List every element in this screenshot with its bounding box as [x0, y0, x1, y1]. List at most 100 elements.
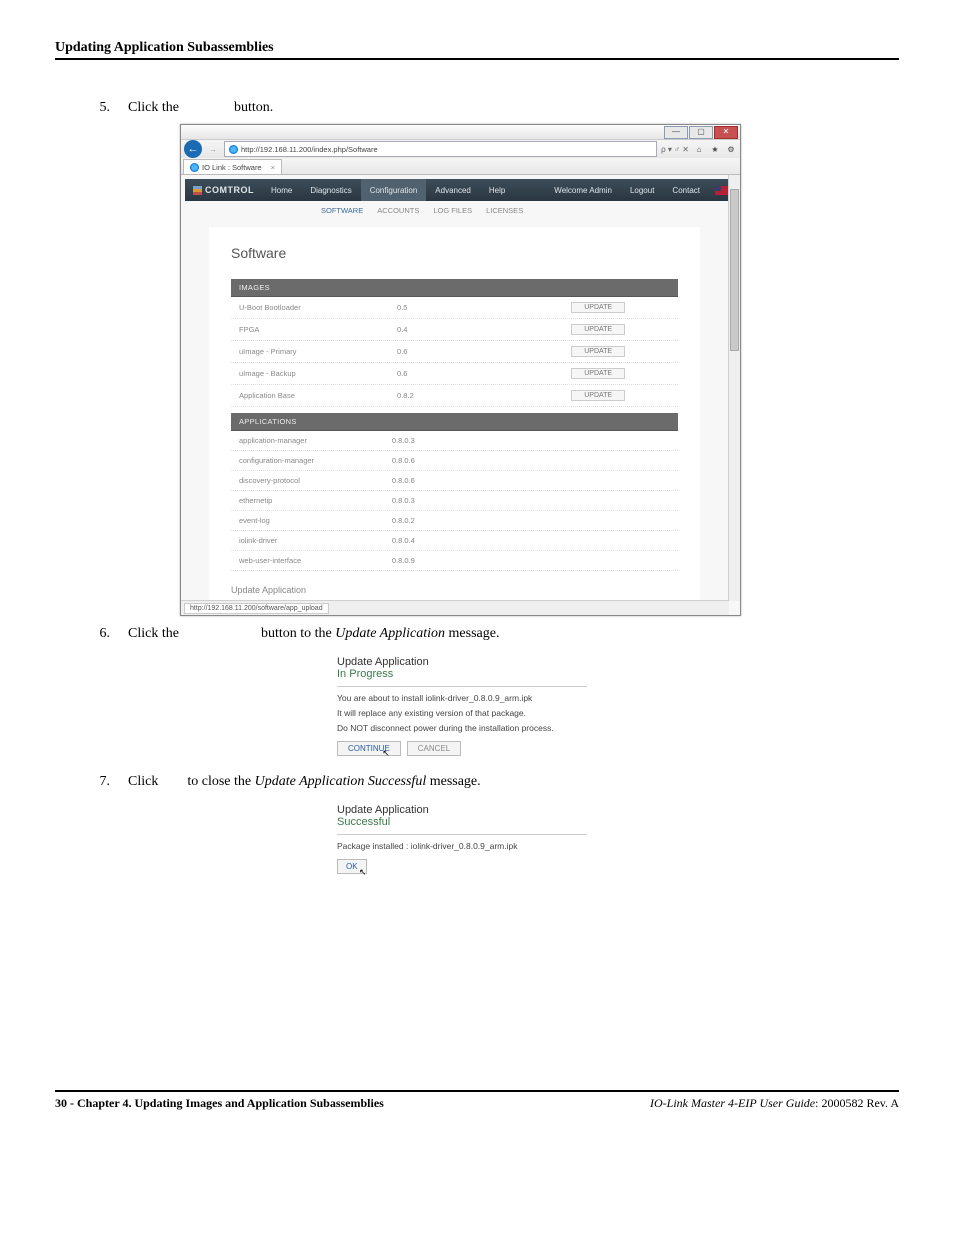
text: Click the: [128, 100, 182, 115]
img-name: uImage - Backup: [239, 369, 397, 378]
welcome-text: Welcome Admin: [545, 179, 621, 201]
apps-header: APPLICATIONS: [231, 413, 678, 431]
table-row: web-user-interface0.8.0.9: [231, 551, 678, 571]
app-name: ethernetip: [239, 496, 392, 505]
update-successful-dialog: Update Application Successful Package in…: [333, 798, 591, 880]
apps-table: application-manager0.8.0.3 configuration…: [231, 431, 678, 571]
logo-icon: [193, 186, 202, 195]
app-ver: 0.8.0.9: [392, 556, 670, 565]
nav-logout[interactable]: Logout: [621, 179, 663, 201]
img-name: U-Boot Bootloader: [239, 303, 397, 312]
subnav-software[interactable]: SOFTWARE: [321, 206, 363, 215]
table-row: ethernetip0.8.0.3: [231, 491, 678, 511]
tab-close-icon[interactable]: ×: [271, 163, 275, 172]
cursor-icon: ↖: [382, 748, 390, 759]
update-in-progress-dialog: Update Application In Progress You are a…: [333, 650, 591, 762]
maximize-icon[interactable]: ▢: [689, 126, 713, 139]
text: message.: [449, 626, 500, 641]
update-button[interactable]: UPDATE: [571, 368, 625, 379]
page-footer: 30 - Chapter 4. Updating Images and Appl…: [55, 1090, 899, 1111]
cursor-icon: ↖: [359, 867, 367, 878]
nav-help[interactable]: Help: [480, 179, 514, 201]
step-5: 5. Click the button.: [55, 100, 899, 116]
subnav-accounts[interactable]: ACCOUNTS: [377, 206, 419, 215]
update-button[interactable]: UPDATE: [571, 346, 625, 357]
dialog-text: Do NOT disconnect power during the insta…: [337, 723, 587, 733]
table-row: application-manager0.8.0.3: [231, 431, 678, 451]
table-row: uImage - Backup 0.6 UPDATE: [231, 363, 678, 385]
img-ver: 0.6: [397, 347, 526, 356]
status-url: http://192.168.11.200/software/app_uploa…: [184, 603, 329, 614]
text: Click: [128, 774, 162, 789]
home-icon[interactable]: ⌂: [693, 143, 705, 155]
page-title: Software: [231, 245, 678, 261]
software-panel: Software IMAGES U-Boot Bootloader 0.5 UP…: [209, 227, 700, 615]
images-header: IMAGES: [231, 279, 678, 297]
ie-icon: [229, 145, 238, 154]
browser-tab[interactable]: IO Link : Software ×: [183, 159, 282, 174]
nav-configuration[interactable]: Configuration: [361, 179, 427, 201]
dialog-text: It will replace any existing version of …: [337, 708, 587, 718]
app-name: iolink-driver: [239, 536, 392, 545]
divider: [337, 834, 587, 835]
update-button[interactable]: UPDATE: [571, 390, 625, 401]
dialog-text: You are about to install iolink-driver_0…: [337, 693, 587, 703]
cancel-button[interactable]: CANCEL: [407, 741, 461, 756]
step-number: 5.: [55, 100, 128, 116]
ok-button[interactable]: OK ↖: [337, 859, 367, 874]
subnav-licenses[interactable]: LICENSES: [486, 206, 523, 215]
address-icons: ρ ▾ ♂ ✕: [661, 145, 689, 154]
forward-button[interactable]: →: [206, 142, 220, 156]
nav-diagnostics[interactable]: Diagnostics: [301, 179, 360, 201]
tools-icon[interactable]: ⚙: [725, 143, 737, 155]
scrollbar-vertical[interactable]: [728, 175, 740, 601]
close-icon[interactable]: ✕: [714, 126, 738, 139]
dialog-subtitle: In Progress: [337, 668, 587, 680]
footer-left: 30 - Chapter 4. Updating Images and Appl…: [55, 1096, 384, 1111]
app-name: event-log: [239, 516, 392, 525]
tab-favicon: [190, 163, 199, 172]
brand-logo: COMTROL: [185, 185, 262, 195]
page-header: Updating Application Subassemblies: [55, 40, 899, 60]
table-row: event-log0.8.0.2: [231, 511, 678, 531]
status-bar: http://192.168.11.200/software/app_uploa…: [181, 600, 729, 615]
img-ver: 0.5: [397, 303, 526, 312]
update-button[interactable]: UPDATE: [571, 324, 625, 335]
app-name: configuration-manager: [239, 456, 392, 465]
page-content: COMTROL Home Diagnostics Configuration A…: [181, 174, 740, 615]
text: to close the: [187, 774, 254, 789]
app-ver: 0.8.0.3: [392, 436, 670, 445]
window-titlebar: — ▢ ✕: [181, 125, 740, 139]
text-italic: Update Application Successful: [255, 774, 427, 789]
images-table: U-Boot Bootloader 0.5 UPDATE FPGA 0.4 UP…: [231, 297, 678, 407]
url-input[interactable]: http://192.168.11.200/index.php/Software: [224, 141, 657, 157]
table-row: iolink-driver0.8.0.4: [231, 531, 678, 551]
flag-icon[interactable]: [715, 186, 728, 195]
app-ver: 0.8.0.2: [392, 516, 670, 525]
divider: [337, 686, 587, 687]
img-name: uImage - Primary: [239, 347, 397, 356]
img-name: Application Base: [239, 391, 397, 400]
app-name: discovery-protocol: [239, 476, 392, 485]
img-name: FPGA: [239, 325, 397, 334]
step-text: Click the button.: [128, 100, 899, 116]
btn-label: OK: [346, 862, 358, 871]
nav-contact[interactable]: Contact: [663, 179, 709, 201]
back-button[interactable]: ←: [184, 140, 202, 158]
app-name: application-manager: [239, 436, 392, 445]
table-row: configuration-manager0.8.0.6: [231, 451, 678, 471]
app-ver: 0.8.0.6: [392, 456, 670, 465]
table-row: discovery-protocol0.8.0.6: [231, 471, 678, 491]
nav-home[interactable]: Home: [262, 179, 301, 201]
browser-screenshot: — ▢ ✕ ← → http://192.168.11.200/index.ph…: [180, 124, 741, 616]
continue-button[interactable]: CONTINUE ↖: [337, 741, 401, 756]
subnav-logfiles[interactable]: LOG FILES: [433, 206, 472, 215]
app-ver: 0.8.0.4: [392, 536, 670, 545]
update-button[interactable]: UPDATE: [571, 302, 625, 313]
favorites-icon[interactable]: ★: [709, 143, 721, 155]
nav-advanced[interactable]: Advanced: [426, 179, 480, 201]
update-app-title: Update Application: [231, 585, 678, 595]
app-name: web-user-interface: [239, 556, 392, 565]
url-text: http://192.168.11.200/index.php/Software: [241, 145, 378, 154]
minimize-icon[interactable]: —: [664, 126, 688, 139]
